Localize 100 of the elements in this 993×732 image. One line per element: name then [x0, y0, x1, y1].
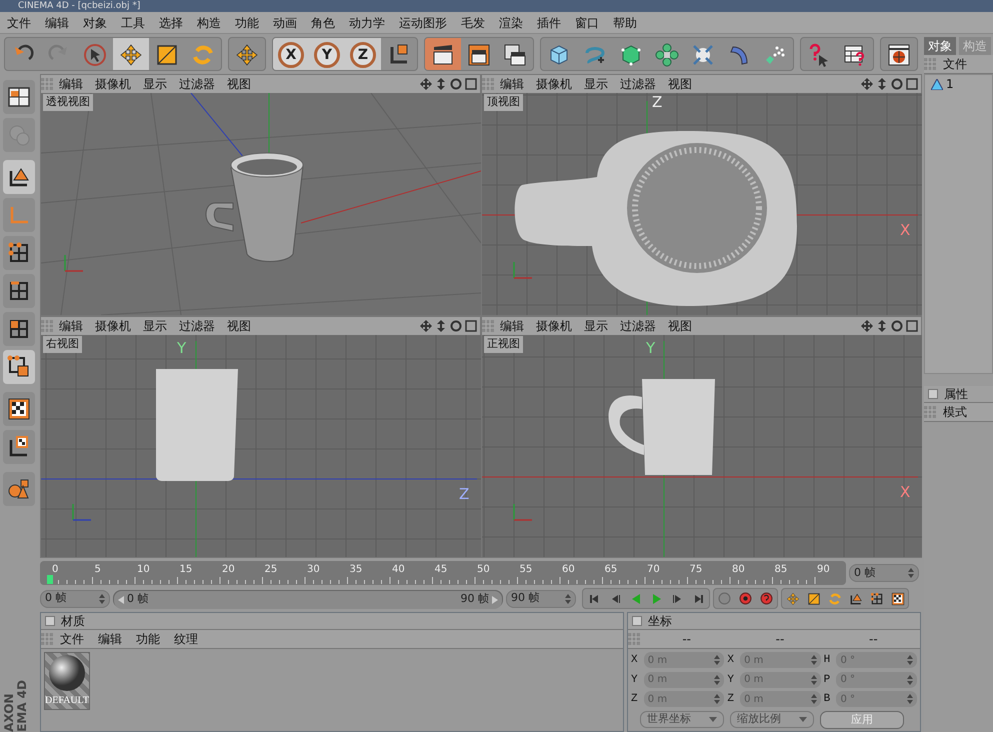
go-end-icon[interactable]: [692, 592, 704, 604]
spinner-icon[interactable]: [906, 694, 913, 704]
grip-icon[interactable]: [41, 320, 53, 332]
menu-item[interactable]: 摄像机: [89, 75, 137, 93]
menu-item[interactable]: 过滤器: [614, 317, 662, 335]
maximize-icon[interactable]: [465, 78, 477, 90]
menu-item[interactable]: 显示: [137, 317, 173, 335]
caret-icon[interactable]: [799, 716, 807, 722]
spinner-icon[interactable]: [565, 594, 571, 604]
pan-icon[interactable]: [420, 78, 432, 90]
range-slider[interactable]: 0 帧 90 帧: [114, 590, 502, 608]
zoom-arrows-icon[interactable]: [876, 78, 888, 90]
spinner-icon[interactable]: [908, 568, 914, 578]
menu-item[interactable]: 对象: [76, 12, 114, 33]
menu-item[interactable]: 运动图形: [392, 12, 454, 33]
panel-tab[interactable]: 对象: [924, 37, 956, 55]
menu-item[interactable]: 视图: [221, 75, 257, 93]
viewport-canvas[interactable]: Y Z 右视图: [41, 335, 480, 557]
axis-lock-button[interactable]: X: [273, 38, 309, 70]
right-arrow-icon[interactable]: [492, 596, 498, 604]
viewport-canvas[interactable]: Z X 顶视图: [482, 93, 921, 315]
mode-tool-button[interactable]: [3, 312, 35, 346]
left-arrow-icon[interactable]: [118, 596, 124, 604]
move-icon[interactable]: [786, 592, 800, 606]
menu-item[interactable]: 功能: [129, 630, 167, 648]
dropdown[interactable]: 缩放比例: [730, 710, 814, 728]
menu-item[interactable]: 帮助: [606, 12, 644, 33]
spinner-icon[interactable]: [906, 674, 913, 685]
menu-item[interactable]: 编辑: [53, 75, 89, 93]
zoom-arrows-icon[interactable]: [876, 320, 888, 332]
menu-item[interactable]: 编辑: [494, 317, 530, 335]
maximize-icon[interactable]: [906, 320, 918, 332]
mode-tool-button[interactable]: [3, 160, 35, 194]
point-grid-icon[interactable]: [870, 592, 884, 606]
menu-item[interactable]: 显示: [578, 75, 614, 93]
pan-icon[interactable]: [861, 320, 873, 332]
pan-icon[interactable]: [420, 320, 432, 332]
spinner-icon[interactable]: [810, 655, 817, 666]
number-field[interactable]: 0 帧: [849, 564, 919, 582]
menu-item[interactable]: 显示: [578, 317, 614, 335]
menu-item[interactable]: 过滤器: [173, 317, 221, 335]
grip-icon[interactable]: [482, 78, 494, 90]
menu-item[interactable]: 选择: [152, 12, 190, 33]
spinner-icon[interactable]: [906, 655, 913, 666]
mode-tool-button[interactable]: [3, 350, 35, 384]
grip-icon[interactable]: [628, 633, 640, 645]
spinner-icon[interactable]: [810, 674, 817, 685]
spinner-icon[interactable]: [714, 694, 720, 704]
menu-item[interactable]: 渲染: [492, 12, 530, 33]
rotate-view-icon[interactable]: [891, 78, 903, 90]
rotate-view-icon[interactable]: [891, 320, 903, 332]
spinner-icon[interactable]: [810, 694, 817, 704]
viewport-canvas[interactable]: 透视视图: [41, 93, 480, 315]
panel-checkbox[interactable]: [928, 389, 938, 399]
menu-item[interactable]: 插件: [530, 12, 568, 33]
menu-item[interactable]: 角色: [304, 12, 342, 33]
menu-item[interactable]: 动画: [266, 12, 304, 33]
number-field[interactable]: 0 帧: [40, 590, 110, 608]
grip-icon[interactable]: [482, 320, 494, 332]
menu-item[interactable]: 摄像机: [530, 75, 578, 93]
number-field[interactable]: 90 帧: [506, 590, 576, 608]
zoom-arrows-icon[interactable]: [435, 78, 447, 90]
menu-item[interactable]: 编辑: [38, 12, 76, 33]
mode-tool-button[interactable]: [3, 236, 35, 270]
maximize-icon[interactable]: [465, 320, 477, 332]
menu-item[interactable]: 视图: [662, 75, 698, 93]
viewport-canvas[interactable]: Y X 正视图: [482, 335, 921, 557]
object-row[interactable]: 1: [925, 75, 992, 93]
checker-icon[interactable]: [890, 592, 904, 606]
go-start-icon[interactable]: [588, 592, 600, 604]
rotate-view-icon[interactable]: [450, 320, 462, 332]
menu-item[interactable]: 构造: [190, 12, 228, 33]
mode-tool-button[interactable]: [3, 274, 35, 308]
menu-item[interactable]: 功能: [228, 12, 266, 33]
menu-item[interactable]: 毛发: [454, 12, 492, 33]
menu-item[interactable]: 摄像机: [89, 317, 137, 335]
rotate-view-icon[interactable]: [450, 78, 462, 90]
timeline-ruler[interactable]: 0 5 10 15 20 25 30 35 40 45 50 55 60 65 70 75 80 85 90: [40, 561, 846, 585]
grip-icon[interactable]: [924, 406, 936, 418]
axes-cone-icon[interactable]: [848, 592, 862, 606]
panel-checkbox[interactable]: [45, 616, 55, 626]
menu-item[interactable]: 工具: [114, 12, 152, 33]
zoom-arrows-icon[interactable]: [435, 320, 447, 332]
panel-checkbox[interactable]: [632, 616, 642, 626]
grip-icon[interactable]: [924, 58, 936, 70]
maximize-icon[interactable]: [906, 78, 918, 90]
scale-icon[interactable]: [806, 592, 820, 606]
mode-tool-button[interactable]: [3, 430, 35, 464]
menu-item[interactable]: 显示: [137, 75, 173, 93]
toolbar-button[interactable]: [425, 38, 461, 70]
mode-tool-button[interactable]: [3, 392, 35, 426]
grip-icon[interactable]: [41, 633, 53, 645]
menu-item[interactable]: 视图: [221, 317, 257, 335]
autokey-icon[interactable]: [760, 592, 773, 605]
menu-item[interactable]: 文件: [0, 12, 38, 33]
axis-lock-button[interactable]: Y: [309, 38, 345, 70]
pan-icon[interactable]: [861, 78, 873, 90]
menu-item[interactable]: 动力学: [342, 12, 392, 33]
menu-item[interactable]: 视图: [662, 317, 698, 335]
record-icon[interactable]: [739, 592, 752, 605]
